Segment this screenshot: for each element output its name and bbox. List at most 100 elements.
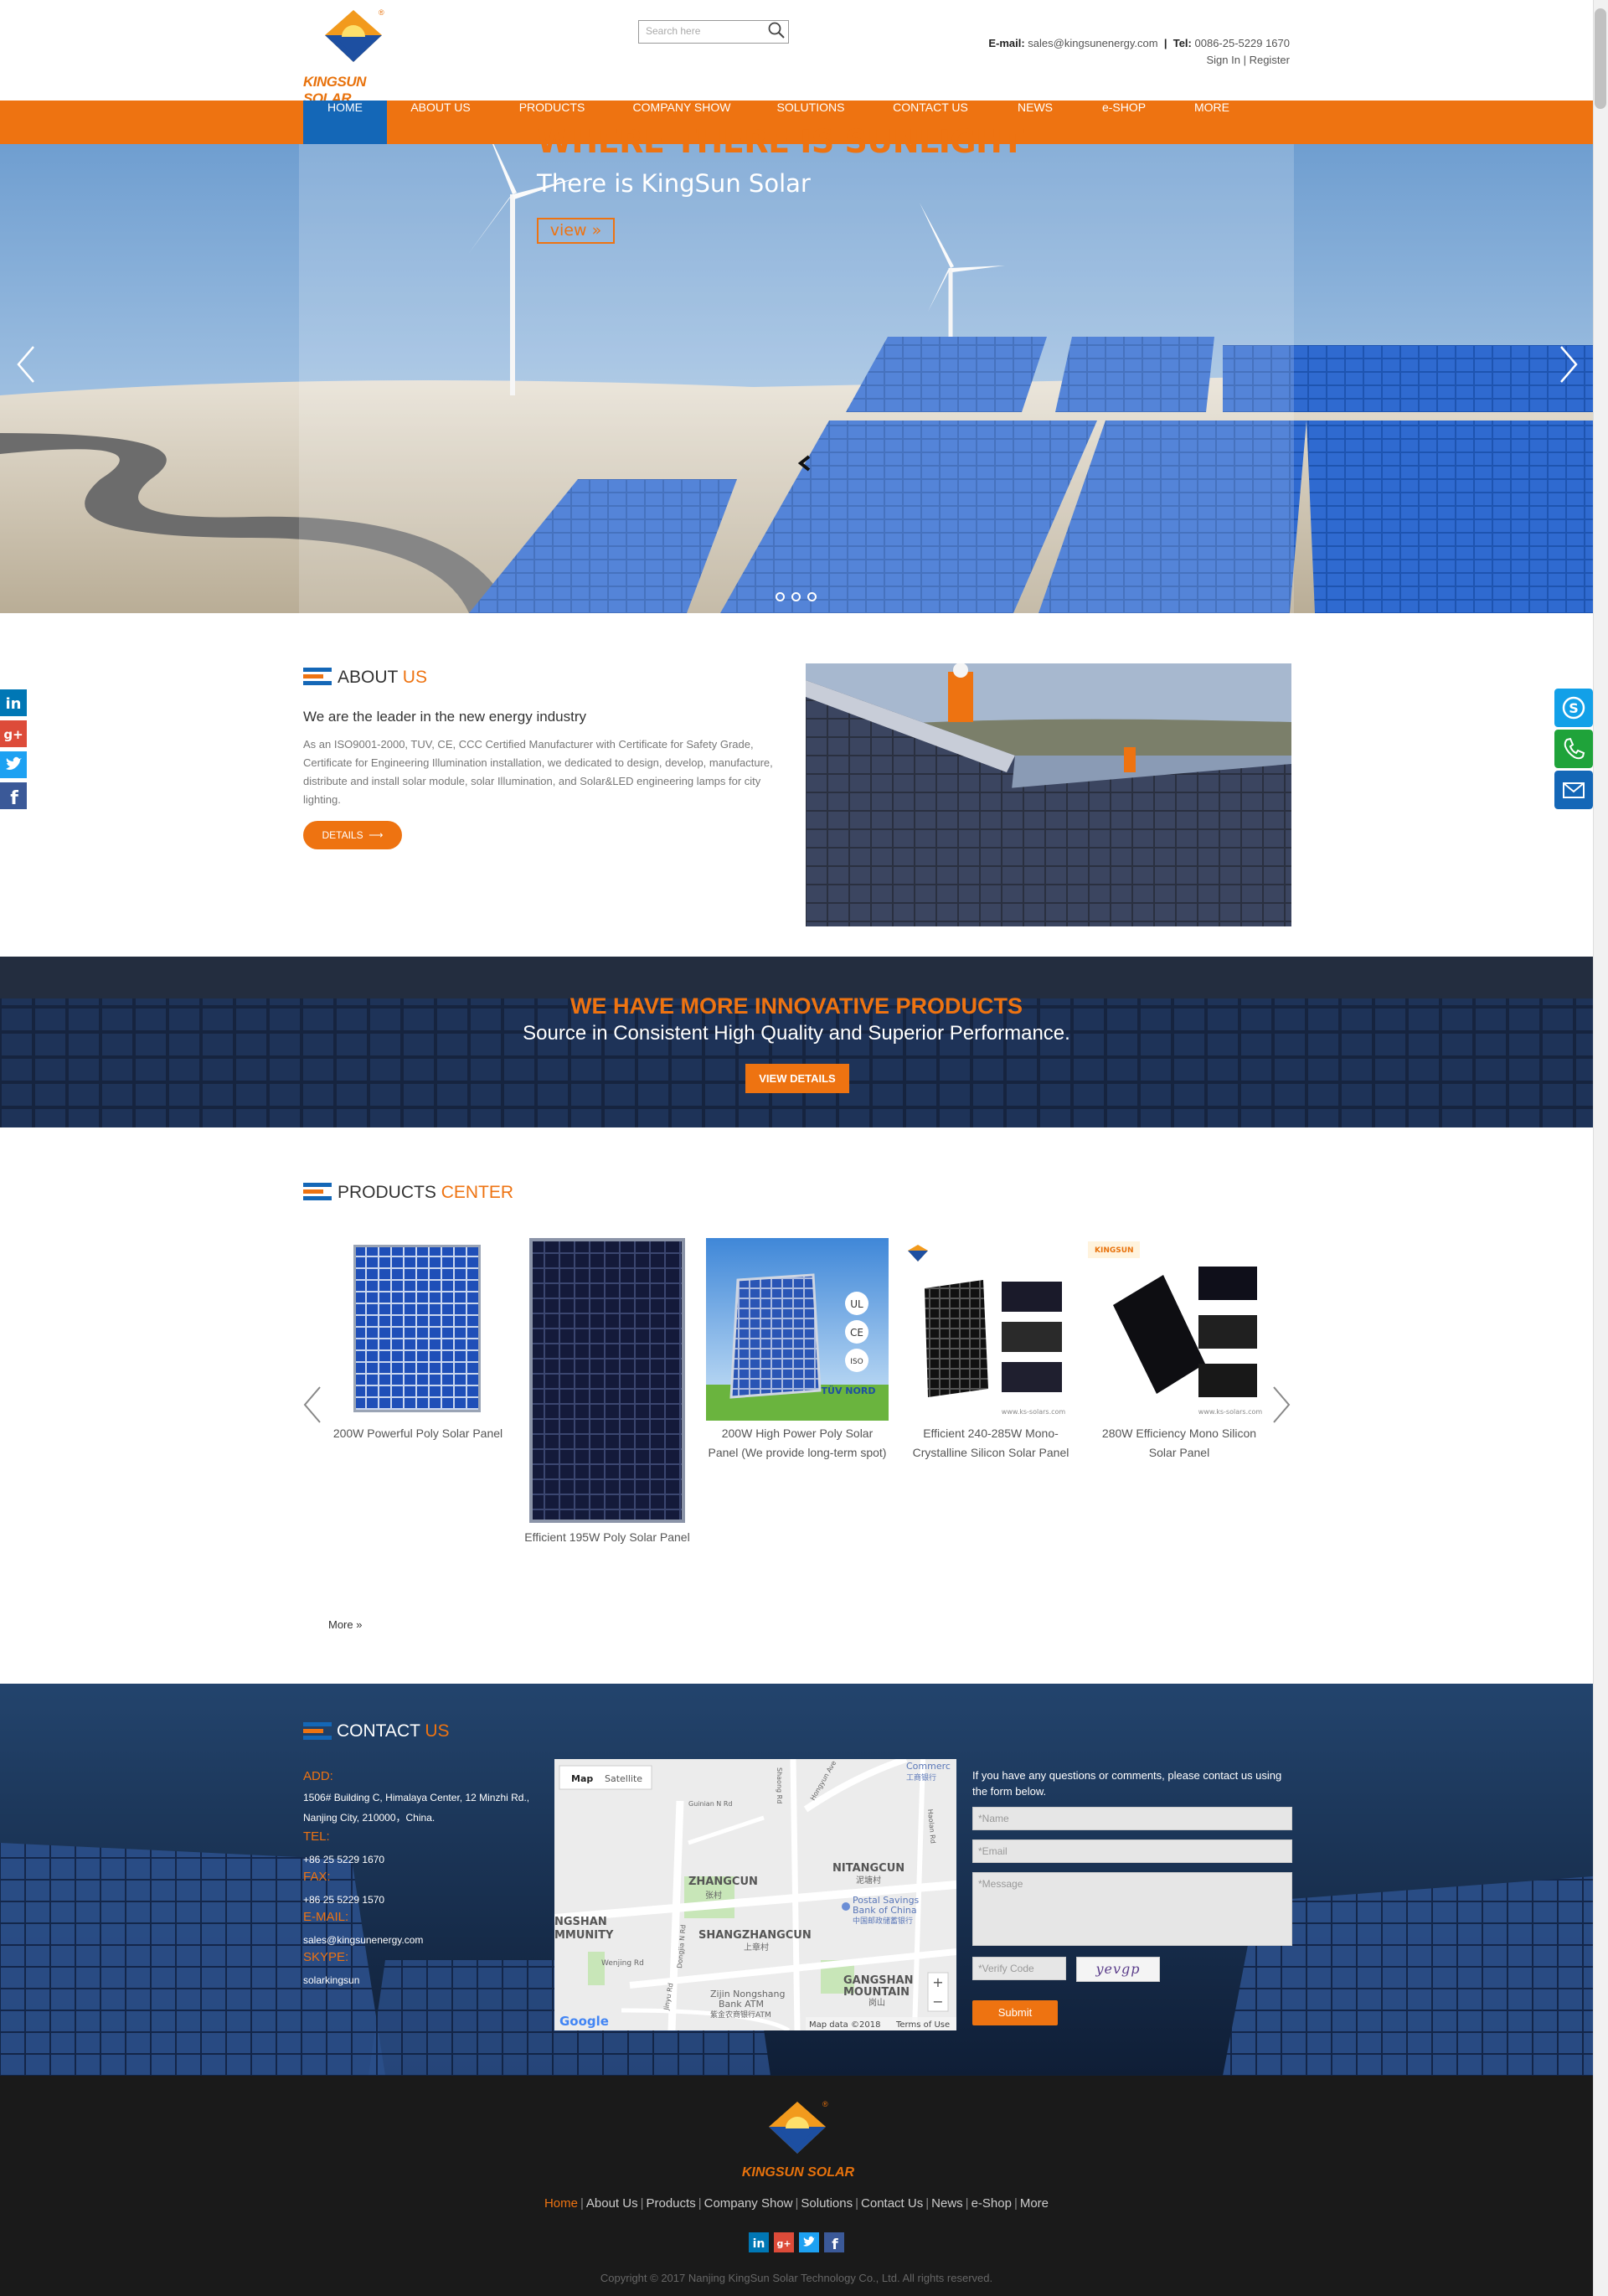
hero-slider [0,144,1593,613]
map-label: 泥塘村 [856,1875,881,1886]
captcha-image[interactable]: yevgp [1076,1957,1160,1982]
product-name[interactable]: Efficient 195W Poly Solar Panel [513,1528,702,1547]
svg-text:®: ® [379,8,384,17]
product-image[interactable] [529,1238,685,1523]
facebook-icon[interactable]: f [824,2232,844,2252]
map-label: ZHANGCUN [688,1875,758,1888]
svg-text:in: in [6,695,22,713]
email-label: E-MAIL: [303,1910,349,1924]
map-label: GANGSHAN [843,1974,913,1987]
facebook-icon[interactable]: f [0,782,27,809]
skype-icon[interactable]: S [1554,689,1593,727]
linkedin-icon[interactable]: in [0,689,27,716]
google-logo: Google [559,2014,609,2029]
google-plus-icon[interactable]: g+ [774,2232,794,2252]
name-field[interactable]: *Name [972,1807,1292,1830]
footer-link-news[interactable]: News [931,2196,963,2211]
footer-links: Home | About Us | Products | Company Show | Solu… [544,2196,1049,2211]
chevron-left-icon[interactable] [13,343,39,385]
twitter-icon[interactable] [799,2232,819,2252]
chevron-right-icon[interactable] [1269,1384,1294,1426]
nav-eshop[interactable]: e-SHOP [1089,101,1159,144]
banner-subtitle: Source in Consistent High Quality and Su… [523,1022,1070,1045]
sign-in-link[interactable]: Sign In [1206,54,1240,66]
view-details-button[interactable]: VIEW DETAILS [745,1064,849,1093]
mail-icon[interactable] [1554,771,1593,809]
more-link[interactable]: More » [328,1618,362,1631]
product-name[interactable]: 200W Powerful Poly Solar Panel [328,1424,508,1443]
register-link[interactable]: Register [1250,54,1290,66]
fax-label: FAX: [303,1870,331,1884]
footer-link-products[interactable]: Products [647,2196,696,2211]
footer-link-more[interactable]: More [1020,2196,1049,2211]
header-email[interactable]: sales@kingsunenergy.com [1028,37,1157,49]
product-image[interactable]: UL CE ISO TÜV NORD [706,1238,889,1421]
message-field[interactable]: *Message [972,1872,1292,1946]
twitter-icon[interactable] [0,751,27,778]
terms-link[interactable]: Terms of Use [895,2020,950,2030]
google-map[interactable]: Map Satellite ZHANGCUN 张村 NITANGCUN 泥塘村 … [554,1759,956,2030]
details-button[interactable]: DETAILS ⟶ [303,821,402,849]
submit-button[interactable]: Submit [972,2000,1058,2025]
form-intro: If you have any questions or comments, p… [972,1769,1282,1798]
email-value[interactable]: sales@kingsunenergy.com [303,1930,554,1950]
svg-text:UL: UL [850,1298,863,1310]
map-tab-map[interactable]: Map [571,1773,593,1784]
footer-link-home[interactable]: Home [544,2196,578,2211]
search-input[interactable]: Search here [638,20,789,44]
svg-text:f: f [832,2237,838,2252]
footer-link-solutions[interactable]: Solutions [801,2196,853,2211]
page-scrollbar[interactable] [1593,0,1608,2296]
product-name[interactable]: 200W High Power Poly Solar Panel (We pro… [705,1424,889,1463]
section-icon [303,1183,332,1201]
map-label: 岗山 [868,1998,885,2008]
hero-title: WHERE THERE IS SUNLIGHT [537,123,1023,160]
google-plus-icon[interactable]: g+ [0,720,27,747]
footer-link-company-show[interactable]: Company Show [704,2196,793,2211]
slider-dot[interactable] [807,592,817,601]
zoom-in-button[interactable]: + [932,1974,943,1990]
product-image[interactable]: KINGSUN www.ks-solars.com [1088,1238,1270,1421]
map-label: 张村 [705,1890,722,1901]
phone-icon[interactable] [1554,730,1593,768]
slide-prev-icon[interactable] [796,454,814,472]
slider-dot[interactable] [791,592,801,601]
chevron-left-icon[interactable] [300,1384,325,1426]
footer-link-about[interactable]: About Us [586,2196,638,2211]
product-name[interactable]: Efficient 240-285W Mono-Crystalline Sili… [896,1424,1085,1463]
map-label: MMUNITY [554,1929,614,1942]
nav-more[interactable]: MORE [1181,101,1243,144]
search-icon[interactable] [767,21,786,39]
product-image[interactable]: www.ks-solars.com [899,1238,1082,1421]
header-divider: | [1163,37,1167,49]
scrollbar-thumb[interactable] [1595,8,1606,109]
svg-text:TÜV NORD: TÜV NORD [822,1385,876,1396]
footer-link-eshop[interactable]: e-Shop [972,2196,1012,2211]
nav-about-us[interactable]: ABOUT US [398,101,483,144]
map-tab-satellite[interactable]: Satellite [605,1773,642,1784]
hero-view-button[interactable]: view » [537,218,615,244]
map-label: MOUNTAIN [843,1986,910,1999]
about-image [806,663,1291,926]
skype-label: SKYPE: [303,1950,349,1964]
verify-code-field[interactable]: *Verify Code [972,1957,1066,1980]
header-tel: 0086-25-5229 1670 [1194,37,1291,49]
svg-text:g+: g+ [776,2238,791,2249]
products-title: PRODUCTS CENTER [338,1183,514,1202]
section-icon [303,668,332,686]
about-text: As an ISO9001-2000, TUV, CE, CCC Certifi… [303,738,773,806]
product-image[interactable] [353,1245,481,1412]
slider-dot[interactable] [776,592,785,601]
product-name[interactable]: 280W Efficiency Mono Silicon Solar Panel [1087,1424,1271,1463]
svg-text:www.ks-solars.com: www.ks-solars.com [1198,1408,1263,1416]
nav-home[interactable]: HOME [303,101,387,144]
map-label: Commerc [906,1761,951,1772]
email-field[interactable]: *Email [972,1839,1292,1863]
footer-logo-icon: ® [769,2100,828,2154]
tel-label: Tel: [1172,37,1192,49]
linkedin-icon[interactable]: in [749,2232,769,2252]
footer-link-contact[interactable]: Contact Us [861,2196,923,2211]
zoom-out-button[interactable]: − [932,1994,943,2010]
chevron-right-icon[interactable] [1556,343,1581,385]
tel-value: +86 25 5229 1670 [303,1854,385,1865]
